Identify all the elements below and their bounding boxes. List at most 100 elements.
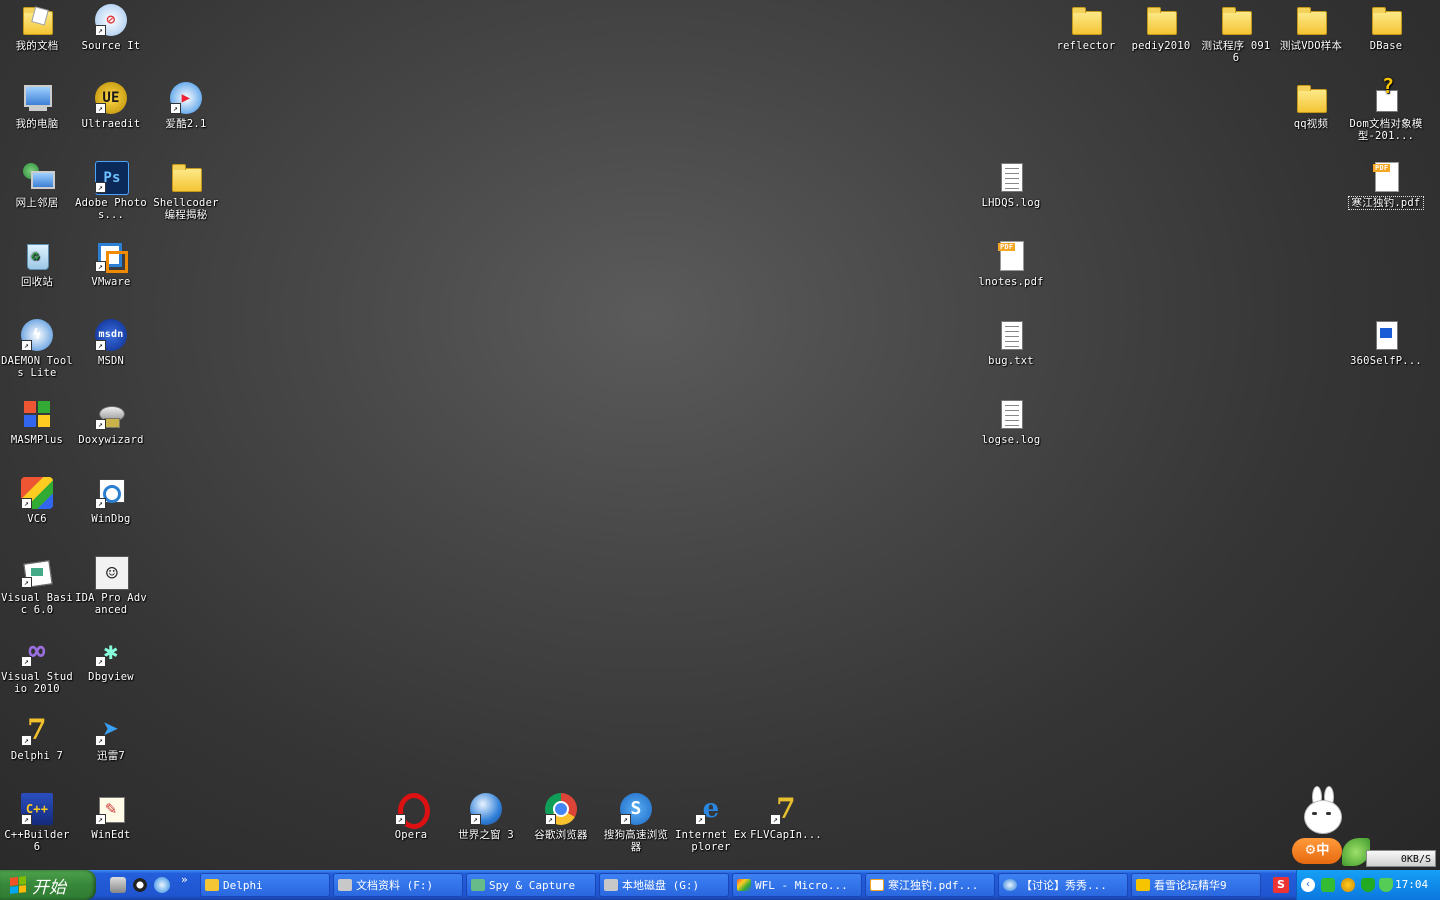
task-label: 看雪论坛精华9 bbox=[1154, 879, 1227, 892]
folder-icon bbox=[1220, 4, 1252, 36]
start-button[interactable]: 开始 bbox=[0, 870, 96, 900]
desktop-icon-daemon-tools[interactable]: ϟ ↗ DAEMON Tools Lite bbox=[0, 317, 74, 379]
folder-icon bbox=[1145, 4, 1177, 36]
icon-label: 迅雷7 bbox=[97, 750, 125, 762]
desktop-icon-winedt[interactable]: ✎ ↗ WinEdt bbox=[74, 791, 148, 841]
desktop-icon-delphi[interactable]: 7 ↗ Delphi 7 bbox=[0, 712, 74, 763]
desktop-icon-360selfp[interactable]: 360SelfP... bbox=[1349, 317, 1423, 367]
desktop-icon-visual-studio[interactable]: ∞ ↗ Visual Studio 2010 bbox=[0, 633, 74, 696]
task-discussion[interactable]: 【讨论】秀秀... bbox=[998, 873, 1128, 897]
task-hanjiang-pdf[interactable]: 寒江独钓.pdf... bbox=[865, 873, 995, 897]
icon-label: bug.txt bbox=[988, 355, 1034, 367]
tray-qq-icon[interactable] bbox=[1341, 878, 1355, 892]
icon-label: 谷歌浏览器 bbox=[534, 829, 588, 841]
network-icon bbox=[21, 161, 55, 193]
icon-label: Internet Explorer bbox=[675, 829, 747, 853]
desktop-icon-thunder[interactable]: ➤ ↗ 迅雷7 bbox=[74, 712, 148, 762]
text-file-icon bbox=[995, 398, 1027, 430]
vc6-task-icon bbox=[737, 879, 751, 891]
spy-task-icon bbox=[471, 879, 485, 891]
folder-task-icon bbox=[205, 879, 219, 891]
desktop-icon-masmplus[interactable]: MASMPlus bbox=[0, 396, 74, 446]
desktop-icon-my-computer[interactable]: 我的电脑 bbox=[0, 80, 74, 130]
desktop-icon-flvcap[interactable]: 7 ↗ FLVCapIn... bbox=[749, 791, 823, 842]
recycle-bin-icon: ♻ bbox=[21, 240, 53, 272]
icon-label: VC6 bbox=[27, 513, 47, 525]
desktop-icon-theworld[interactable]: ↗ 世界之窗 3 bbox=[449, 791, 523, 841]
desktop-icon-dom-doc[interactable]: ? Dom文档对象模型-201... bbox=[1349, 76, 1423, 142]
tray-360-icon[interactable] bbox=[1379, 878, 1393, 892]
show-desktop-icon[interactable] bbox=[110, 877, 126, 893]
desktop-icon-bug-txt[interactable]: bug.txt bbox=[974, 317, 1048, 367]
folder-icon bbox=[1295, 82, 1327, 114]
desktop-icon-pediy2010[interactable]: pediy2010 bbox=[1124, 2, 1198, 52]
desktop-icon-hanjiang-pdf[interactable]: PDF 寒江独钓.pdf bbox=[1348, 159, 1424, 210]
desktop-icon-qq-video[interactable]: qq视频 bbox=[1274, 80, 1348, 130]
icon-label: WinEdt bbox=[91, 829, 131, 841]
desktop-icon-windbg[interactable]: ↗ WinDbg bbox=[74, 475, 148, 525]
desktop-icon-msdn[interactable]: msdn ↗ MSDN bbox=[74, 317, 148, 367]
desktop-icon-dbase[interactable]: DBase bbox=[1349, 2, 1423, 52]
desktop-icon-my-documents[interactable]: 我的文档 bbox=[0, 2, 74, 52]
desktop-icon-lhdqs-log[interactable]: LHDQS.log bbox=[974, 159, 1048, 209]
desktop-icon-vmware[interactable]: ↗ VMware bbox=[74, 238, 148, 288]
icon-label: 我的文档 bbox=[15, 40, 59, 52]
desktop-icon-ie[interactable]: e ↗ Internet Explorer bbox=[674, 791, 748, 853]
ime-mode-label: 中 bbox=[1316, 843, 1330, 858]
start-label: 开始 bbox=[32, 877, 66, 898]
icon-label: 360SelfP... bbox=[1350, 355, 1422, 367]
desktop-icon-vc6[interactable]: ↗ VC6 bbox=[0, 475, 74, 525]
desktop-icon-ida-pro[interactable]: ☺ IDA Pro Advanced bbox=[74, 554, 148, 616]
task-local-disk-g[interactable]: 本地磁盘 (G:) bbox=[599, 873, 729, 897]
doxywizard-icon: ↗ bbox=[95, 398, 127, 430]
desktop-icon-test-program[interactable]: 测试程序 0916 bbox=[1199, 2, 1273, 64]
net-speed-value: 0KB/S bbox=[1400, 854, 1431, 865]
desktop-icon-lnotes-pdf[interactable]: PDF lnotes.pdf bbox=[974, 238, 1048, 288]
ime-mascot[interactable]: ⚙中 bbox=[1292, 786, 1372, 868]
delphi-icon: 7 ↗ bbox=[21, 714, 53, 746]
desktop-icon-visual-basic[interactable]: ↗ Visual Basic 6.0 bbox=[0, 554, 74, 616]
desktop-icon-photoshop[interactable]: Ps ↗ Adobe Photos... bbox=[74, 159, 148, 221]
cpp-builder-icon: C++ ↗ bbox=[21, 793, 53, 825]
tray-app-icon[interactable] bbox=[1321, 878, 1335, 892]
task-delphi[interactable]: Delphi bbox=[200, 873, 330, 897]
pdf-file-icon: PDF bbox=[995, 240, 1027, 272]
task-spy-capture[interactable]: Spy & Capture bbox=[466, 873, 596, 897]
desktop-icon-network[interactable]: 网上邻居 bbox=[0, 159, 74, 209]
pdf-file-icon: PDF bbox=[1370, 161, 1402, 193]
desktop-icon-cpp-builder[interactable]: C++ ↗ C++Builder 6 bbox=[0, 791, 74, 853]
icon-label: 测试VDO样本 bbox=[1279, 40, 1343, 52]
desktop-icon-logse-log[interactable]: logse.log bbox=[974, 396, 1048, 446]
task-docs-f[interactable]: 文档资料 (F:) bbox=[333, 873, 463, 897]
tray-shield-icon[interactable] bbox=[1361, 878, 1375, 892]
ie-quicklaunch-icon[interactable] bbox=[154, 877, 170, 893]
task-label: Delphi bbox=[223, 879, 263, 892]
qq-icon[interactable] bbox=[132, 877, 148, 893]
ime-button[interactable]: ⚙中 bbox=[1292, 838, 1342, 864]
task-kanxue[interactable]: 看雪论坛精华9 bbox=[1131, 873, 1261, 897]
dbgview-icon: ✱ ↗ bbox=[95, 635, 127, 667]
task-label: 寒江独钓.pdf... bbox=[888, 879, 979, 892]
desktop-icon-recycle-bin[interactable]: ♻ 回收站 bbox=[0, 238, 74, 288]
desktop-icon-shellcoder[interactable]: Shellcoder 编程揭秘 bbox=[149, 159, 223, 221]
desktop-icon-aiku[interactable]: ▶ ↗ 爱酷2.1 bbox=[149, 80, 223, 130]
chrome-icon: ↗ bbox=[545, 793, 577, 825]
icon-label: Dbgview bbox=[88, 671, 134, 683]
desktop-icon-ultraedit[interactable]: UE ↗ Ultraedit bbox=[74, 80, 148, 130]
rabbit-icon bbox=[1300, 786, 1344, 838]
sogou-ime-tray-icon[interactable]: S bbox=[1273, 877, 1289, 893]
tray-collapse-icon[interactable]: ‹ bbox=[1301, 878, 1315, 892]
desktop-icon-source-it[interactable]: ⊘ ↗ Source It bbox=[74, 2, 148, 52]
browser-task-icon bbox=[1003, 879, 1017, 891]
desktop-icon-sogou[interactable]: S ↗ 搜狗高速浏览器 bbox=[599, 791, 673, 853]
clock[interactable]: 17:04 bbox=[1395, 870, 1428, 900]
desktop-icon-chrome[interactable]: ↗ 谷歌浏览器 bbox=[524, 791, 598, 841]
desktop-icon-test-vdo[interactable]: 测试VDO样本 bbox=[1274, 2, 1348, 52]
visual-basic-icon: ↗ bbox=[21, 556, 53, 588]
quicklaunch-expand-icon[interactable]: » bbox=[181, 873, 188, 886]
task-wfl-micro[interactable]: WFL - Micro... bbox=[732, 873, 862, 897]
desktop-icon-dbgview[interactable]: ✱ ↗ Dbgview bbox=[74, 633, 148, 683]
desktop-icon-opera[interactable]: ↗ Opera bbox=[374, 791, 448, 841]
desktop-icon-reflector[interactable]: reflector bbox=[1049, 2, 1123, 52]
desktop-icon-doxywizard[interactable]: ↗ Doxywizard bbox=[74, 396, 148, 446]
